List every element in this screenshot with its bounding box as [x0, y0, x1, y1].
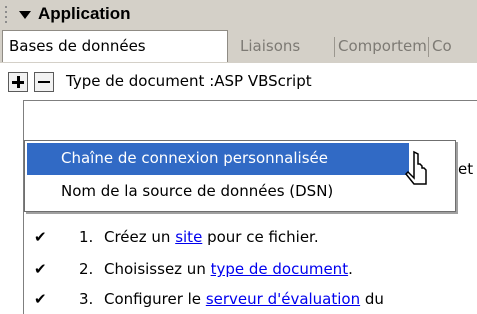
panel-title: Application: [38, 4, 131, 23]
tab-bar: Bases de données Liaisons Comportem Co: [0, 30, 477, 64]
checkmark-icon: ✔: [34, 290, 47, 308]
checkmark-icon: ✔: [34, 228, 47, 246]
triangle-down-icon[interactable]: [16, 6, 34, 24]
grip-icon[interactable]: [5, 6, 10, 24]
menu-item-dsn[interactable]: Nom de la source de données (DSN): [27, 176, 409, 208]
tab-bases-de-donnees[interactable]: Bases de données: [2, 30, 228, 62]
step-number: 2.: [79, 260, 94, 278]
step-text-prefix: Choisissez un: [104, 260, 211, 278]
step-number: 3.: [79, 290, 94, 308]
add-connection-menu: Chaîne de connexion personnalisée Nom de…: [24, 140, 456, 212]
toolbar: Type de document :ASP VBScript: [0, 63, 477, 101]
step-text: Choisissez un type de document.: [104, 260, 353, 278]
document-type-link[interactable]: type de document: [211, 260, 348, 278]
step-text-prefix: Configurer le: [104, 290, 206, 308]
step-number: 1.: [79, 228, 94, 246]
tab-comportements[interactable]: Comportem: [338, 31, 426, 62]
step-text-suffix: du: [360, 290, 384, 308]
step-text-suffix: .: [348, 260, 353, 278]
application-panel: Application Bases de données Liaisons Co…: [0, 0, 477, 314]
panel-header[interactable]: Application: [0, 0, 477, 32]
document-type-label: Type de document :ASP VBScript: [66, 72, 312, 90]
remove-button[interactable]: [34, 72, 54, 92]
truncated-text: et: [458, 160, 474, 178]
pointer-cursor-icon: [404, 150, 427, 185]
tab-separator: [428, 37, 429, 57]
menu-item-custom-connection-string[interactable]: Chaîne de connexion personnalisée: [27, 143, 409, 175]
step-text-suffix: pour ce fichier.: [202, 228, 319, 246]
step-text: Configurer le serveur d'évaluation du: [104, 290, 384, 308]
site-link[interactable]: site: [175, 228, 202, 246]
tab-separator: [334, 37, 335, 57]
tab-composants[interactable]: Co: [432, 31, 477, 62]
add-button[interactable]: [8, 72, 28, 92]
step-text-prefix: Créez un: [104, 228, 176, 246]
step-text: Créez un site pour ce fichier.: [104, 228, 319, 246]
testing-server-link[interactable]: serveur d'évaluation: [206, 290, 360, 308]
plus-icon: [12, 76, 24, 88]
checkmark-icon: ✔: [34, 260, 47, 278]
tab-liaisons[interactable]: Liaisons: [240, 31, 332, 62]
minus-icon: [38, 81, 50, 83]
